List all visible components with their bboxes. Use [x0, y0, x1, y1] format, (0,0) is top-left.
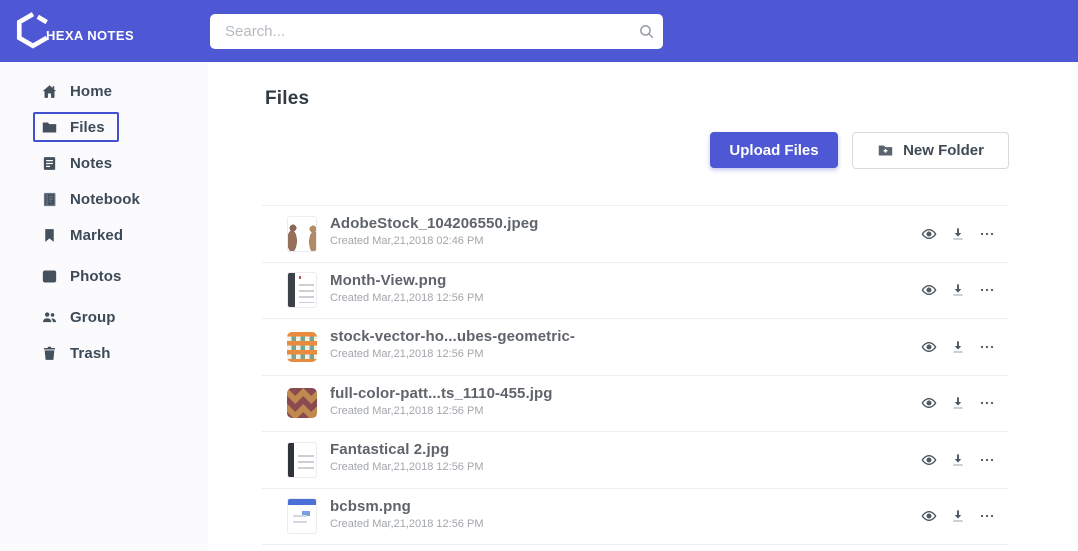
eye-icon[interactable]: [920, 338, 938, 356]
sidebar: Home Files Notes Notebook Marked Photos …: [0, 62, 208, 551]
search-input[interactable]: [210, 23, 629, 40]
file-thumbnail-people: [287, 216, 317, 252]
more-icon[interactable]: [978, 451, 996, 469]
sidebar-item-label: Group: [70, 309, 116, 326]
file-name[interactable]: Month-View.png: [330, 272, 483, 289]
download-icon[interactable]: [949, 338, 967, 356]
file-created-date: Created Mar,21,2018 02:46 PM: [330, 235, 538, 247]
file-thumbnail-webpage: [287, 498, 317, 534]
eye-icon[interactable]: [920, 451, 938, 469]
sidebar-item-label: Notes: [70, 155, 112, 172]
main-content: Files Upload Files New Folder AdobeStock…: [208, 62, 1078, 551]
download-icon[interactable]: [949, 281, 967, 299]
file-meta: bcbsm.png Created Mar,21,2018 12:56 PM: [330, 498, 483, 530]
more-icon[interactable]: [978, 394, 996, 412]
file-created-date: Created Mar,21,2018 12:56 PM: [330, 405, 553, 417]
sidebar-item-files[interactable]: Files: [33, 112, 119, 142]
file-thumbnail-calendar: [287, 272, 317, 308]
file-thumbnail-calendar2: [287, 442, 317, 478]
group-icon: [40, 308, 59, 327]
file-name[interactable]: bcbsm.png: [330, 498, 483, 515]
more-icon[interactable]: [978, 225, 996, 243]
file-row[interactable]: full-color-patt...ts_1110-455.jpg Create…: [262, 375, 1008, 432]
file-meta: full-color-patt...ts_1110-455.jpg Create…: [330, 385, 553, 417]
file-thumbnail-chevron: [287, 388, 317, 418]
files-icon: [40, 118, 59, 137]
file-actions: [920, 432, 996, 488]
sidebar-item-marked[interactable]: Marked: [40, 217, 123, 253]
notes-icon: [40, 154, 59, 173]
file-actions: [920, 489, 996, 545]
file-created-date: Created Mar,21,2018 12:56 PM: [330, 518, 483, 530]
more-icon[interactable]: [978, 507, 996, 525]
sidebar-item-label: Marked: [70, 227, 123, 244]
search-icon[interactable]: [629, 23, 663, 40]
search-bar[interactable]: [210, 14, 663, 49]
download-icon[interactable]: [949, 507, 967, 525]
trash-icon: [40, 344, 59, 363]
file-row[interactable]: Fantastical 2.jpg Created Mar,21,2018 12…: [262, 431, 1008, 488]
marked-icon: [40, 226, 59, 245]
sidebar-item-group[interactable]: Group: [40, 299, 116, 335]
file-name[interactable]: full-color-patt...ts_1110-455.jpg: [330, 385, 553, 402]
file-row[interactable]: stock-vector-ho...ubes-geometric- Create…: [262, 318, 1008, 375]
sidebar-item-notebook[interactable]: Notebook: [40, 181, 140, 217]
sidebar-item-label: Notebook: [70, 191, 140, 208]
sidebar-item-label: Photos: [70, 268, 121, 285]
folder-plus-icon: [877, 142, 894, 159]
file-name[interactable]: stock-vector-ho...ubes-geometric-: [330, 328, 575, 345]
eye-icon[interactable]: [920, 394, 938, 412]
sidebar-item-label: Trash: [70, 345, 111, 362]
sidebar-item-label: Home: [70, 83, 112, 100]
brand-logo[interactable]: HEXA NOTES: [14, 10, 134, 50]
eye-icon[interactable]: [920, 507, 938, 525]
file-row[interactable]: bcbsm.png Created Mar,21,2018 12:56 PM: [262, 488, 1008, 545]
sidebar-item-notes[interactable]: Notes: [40, 145, 112, 181]
notebook-icon: [40, 190, 59, 209]
file-list: AdobeStock_104206550.jpeg Created Mar,21…: [262, 205, 1008, 545]
eye-icon[interactable]: [920, 281, 938, 299]
app-header: HEXA NOTES: [0, 0, 1078, 62]
file-row[interactable]: AdobeStock_104206550.jpeg Created Mar,21…: [262, 205, 1008, 262]
new-folder-label: New Folder: [903, 142, 984, 159]
eye-icon[interactable]: [920, 225, 938, 243]
file-created-date: Created Mar,21,2018 12:56 PM: [330, 348, 575, 360]
more-icon[interactable]: [978, 338, 996, 356]
file-created-date: Created Mar,21,2018 12:56 PM: [330, 461, 483, 473]
file-name[interactable]: AdobeStock_104206550.jpeg: [330, 215, 538, 232]
file-name[interactable]: Fantastical 2.jpg: [330, 441, 483, 458]
file-thumbnail-mosaic: [287, 332, 317, 362]
upload-files-button[interactable]: Upload Files: [710, 132, 838, 168]
sidebar-item-trash[interactable]: Trash: [40, 335, 111, 371]
sidebar-item-home[interactable]: Home: [40, 73, 112, 109]
file-created-date: Created Mar,21,2018 12:56 PM: [330, 292, 483, 304]
new-folder-button[interactable]: New Folder: [852, 132, 1009, 169]
page-title: Files: [265, 88, 309, 110]
file-meta: Fantastical 2.jpg Created Mar,21,2018 12…: [330, 441, 483, 473]
sidebar-item-label: Files: [70, 119, 105, 136]
download-icon[interactable]: [949, 451, 967, 469]
file-meta: Month-View.png Created Mar,21,2018 12:56…: [330, 272, 483, 304]
photos-icon: [40, 267, 59, 286]
file-meta: stock-vector-ho...ubes-geometric- Create…: [330, 328, 575, 360]
file-actions: [920, 206, 996, 262]
home-icon: [40, 82, 59, 101]
brand-name: HEXA NOTES: [46, 28, 134, 43]
file-row[interactable]: Month-View.png Created Mar,21,2018 12:56…: [262, 262, 1008, 319]
file-actions: [920, 376, 996, 432]
download-icon[interactable]: [949, 394, 967, 412]
file-actions: [920, 319, 996, 375]
more-icon[interactable]: [978, 281, 996, 299]
sidebar-item-photos[interactable]: Photos: [40, 258, 121, 294]
file-actions: [920, 263, 996, 319]
download-icon[interactable]: [949, 225, 967, 243]
file-meta: AdobeStock_104206550.jpeg Created Mar,21…: [330, 215, 538, 247]
